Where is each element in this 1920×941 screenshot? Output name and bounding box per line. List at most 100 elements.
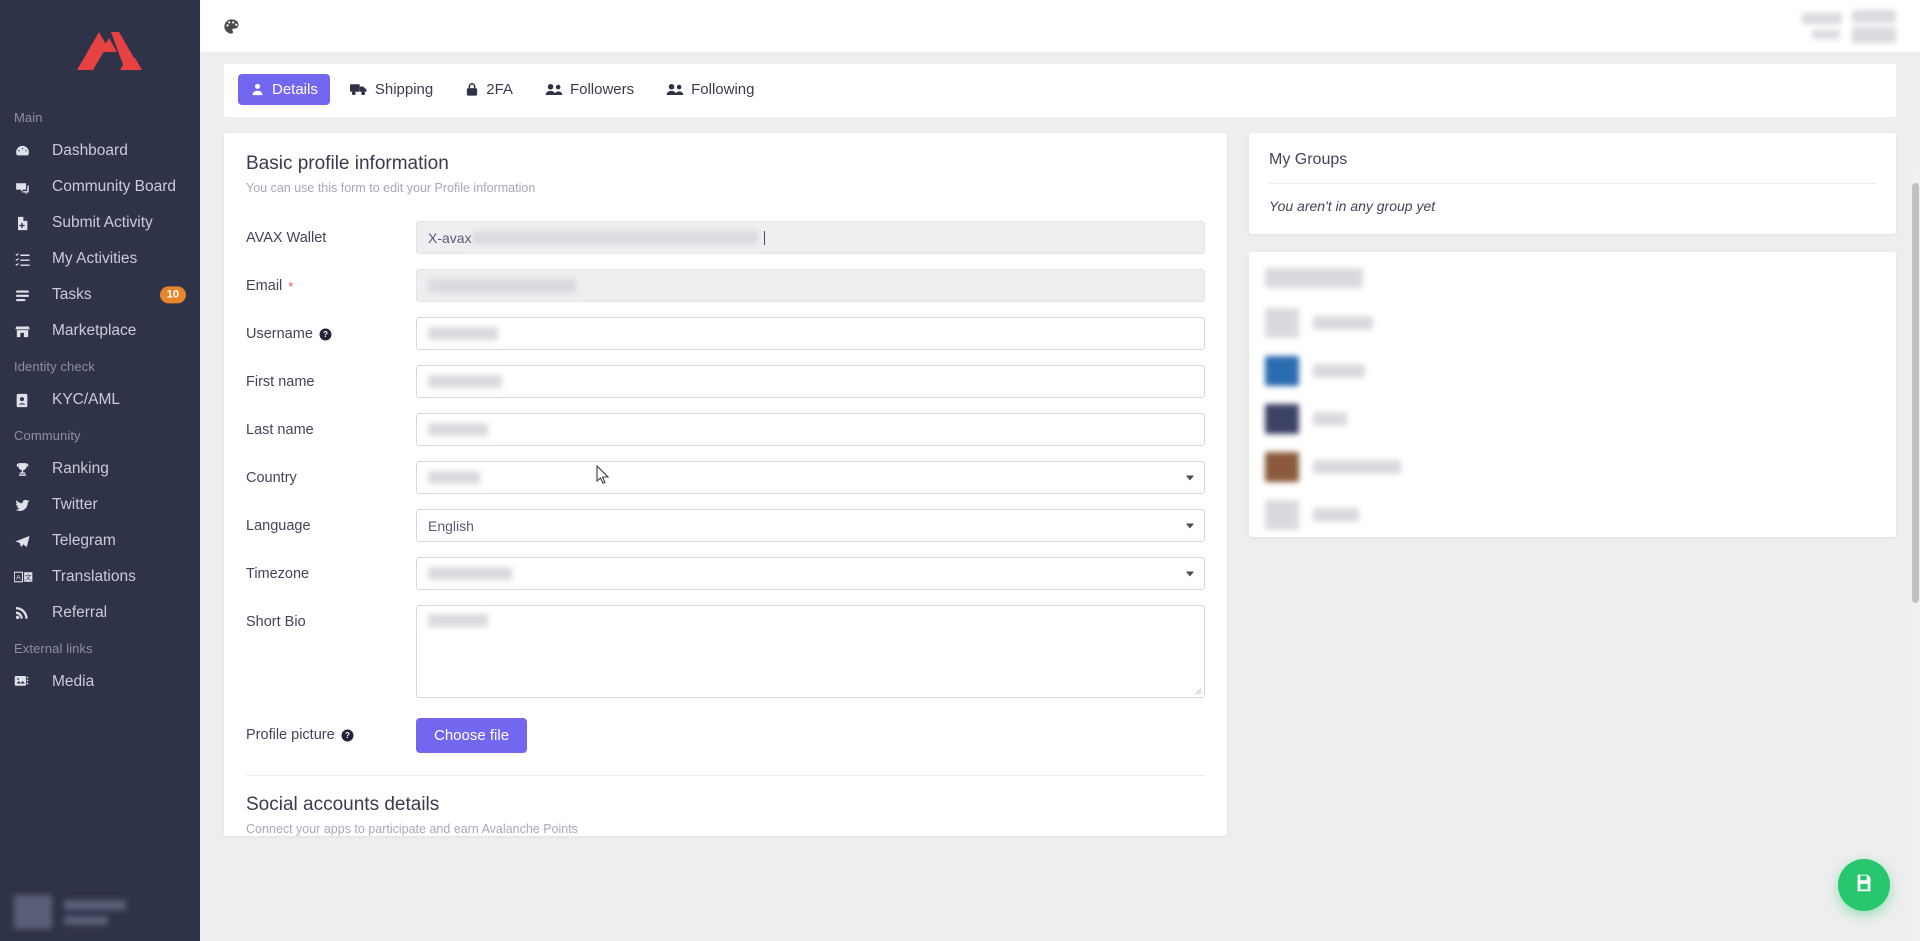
sidebar-item-label: Community Board — [52, 178, 176, 196]
sidebar-item-referral[interactable]: Referral — [0, 595, 200, 631]
redacted-side-card — [1249, 252, 1896, 537]
page-title: Basic profile information — [246, 153, 1205, 175]
svg-text:文: 文 — [25, 573, 32, 582]
user-icon — [250, 82, 265, 97]
tab-label: Details — [272, 81, 318, 98]
sidebar-item-dashboard[interactable]: Dashboard — [0, 133, 200, 169]
sidebar-item-translations[interactable]: A文 Translations — [0, 559, 200, 595]
sidebar-item-kyc-aml[interactable]: KYC/AML — [0, 382, 200, 418]
sidebar-item-label: Ranking — [52, 460, 109, 478]
right-column: My Groups You aren't in any group yet — [1249, 133, 1896, 941]
sidebar-item-twitter[interactable]: Twitter — [0, 487, 200, 523]
redacted-list-item — [1265, 356, 1880, 386]
sidebar-user-footer[interactable] — [0, 883, 200, 941]
topbar-user-area[interactable] — [1802, 0, 1896, 52]
sidebar: Main Dashboard Community Board Submit Ac… — [0, 0, 200, 941]
sidebar-item-ranking[interactable]: Ranking — [0, 451, 200, 487]
field-last-name — [416, 413, 1205, 446]
save-icon — [1853, 872, 1875, 899]
palette-icon[interactable] — [222, 17, 241, 36]
avax-wallet-input[interactable]: X-avax — [416, 221, 1205, 254]
label-username: Username ? — [246, 317, 416, 342]
label-profile-picture: Profile picture ? — [246, 718, 416, 743]
telegram-icon — [14, 533, 40, 550]
language-select[interactable]: English — [416, 509, 1205, 542]
topbar-user-text-redacted — [1802, 13, 1842, 39]
redacted-list-item — [1265, 404, 1880, 434]
topbar-avatar-redacted — [1852, 10, 1896, 43]
users-icon — [666, 82, 684, 97]
choose-file-button[interactable]: Choose file — [416, 718, 527, 753]
tab-following[interactable]: Following — [654, 74, 766, 105]
svg-text:?: ? — [323, 330, 328, 339]
sidebar-item-media[interactable]: Media — [0, 664, 200, 700]
sidebar-item-telegram[interactable]: Telegram — [0, 523, 200, 559]
username-redacted — [428, 327, 498, 340]
sidebar-item-community-board[interactable]: Community Board — [0, 169, 200, 205]
email-input[interactable] — [416, 269, 1205, 302]
resize-grip-icon[interactable] — [1193, 686, 1202, 695]
username-input[interactable] — [416, 317, 1205, 350]
basic-profile-header: Basic profile information You can use th… — [224, 133, 1227, 199]
form-row-short-bio: Short Bio — [246, 605, 1205, 698]
tab-label: Followers — [570, 81, 634, 98]
language-value: English — [428, 518, 474, 534]
help-icon[interactable]: ? — [319, 328, 332, 341]
tab-shipping[interactable]: Shipping — [338, 74, 445, 105]
sidebar-avatar-redacted — [14, 895, 52, 929]
id-card-icon — [14, 392, 40, 409]
country-redacted — [428, 471, 480, 484]
help-icon[interactable]: ? — [341, 729, 354, 742]
timezone-redacted — [428, 567, 512, 580]
chevron-down-icon — [1186, 523, 1194, 528]
basic-profile-card: Basic profile information You can use th… — [224, 133, 1227, 836]
submit-activity-icon — [14, 215, 40, 232]
form-row-profile-picture: Profile picture ? Choose file — [246, 718, 1205, 753]
save-fab-button[interactable] — [1838, 859, 1890, 911]
translations-icon: A文 — [14, 570, 40, 584]
last-name-input[interactable] — [416, 413, 1205, 446]
label-last-name: Last name — [246, 413, 416, 438]
main-area: Details Shipping 2FA — [200, 0, 1920, 941]
label-timezone: Timezone — [246, 557, 416, 582]
social-section-subtitle: Connect your apps to participate and ear… — [246, 822, 1205, 836]
field-language: English — [416, 509, 1205, 542]
app-root: Main Dashboard Community Board Submit Ac… — [0, 0, 1920, 941]
timezone-select[interactable] — [416, 557, 1205, 590]
my-groups-title: My Groups — [1269, 151, 1876, 169]
sidebar-item-label: Dashboard — [52, 142, 128, 160]
label-short-bio: Short Bio — [246, 605, 416, 630]
sidebar-item-label: KYC/AML — [52, 391, 120, 409]
sidebar-item-my-activities[interactable]: My Activities — [0, 241, 200, 277]
svg-text:?: ? — [345, 731, 350, 740]
page-scrollbar-thumb[interactable] — [1912, 183, 1919, 603]
redacted-list-item — [1265, 500, 1880, 530]
country-select[interactable] — [416, 461, 1205, 494]
users-icon — [545, 82, 563, 97]
field-country — [416, 461, 1205, 494]
sidebar-item-marketplace[interactable]: Marketplace — [0, 313, 200, 349]
sidebar-nav: Main Dashboard Community Board Submit Ac… — [0, 100, 200, 700]
sidebar-user-redacted — [64, 900, 126, 925]
my-groups-card: My Groups You aren't in any group yet — [1249, 133, 1896, 234]
profile-tabs: Details Shipping 2FA — [224, 64, 1896, 117]
sidebar-item-tasks[interactable]: Tasks 10 — [0, 277, 200, 313]
divider — [1269, 183, 1876, 184]
sidebar-item-label: Tasks — [52, 286, 92, 304]
form-row-avax-wallet: AVAX Wallet X-avax — [246, 221, 1205, 254]
sidebar-item-submit-activity[interactable]: Submit Activity — [0, 205, 200, 241]
brand-logo[interactable] — [0, 0, 200, 100]
rss-icon — [14, 605, 40, 621]
tab-details[interactable]: Details — [238, 74, 330, 105]
tab-followers[interactable]: Followers — [533, 74, 646, 105]
nav-section-identity-title: Identity check — [0, 349, 200, 382]
first-name-input[interactable] — [416, 365, 1205, 398]
social-section-title: Social accounts details — [246, 794, 1205, 816]
marketplace-icon — [14, 323, 40, 340]
tasks-icon — [14, 287, 40, 304]
tab-2fa[interactable]: 2FA — [453, 74, 525, 105]
label-country: Country — [246, 461, 416, 486]
dashboard-icon — [14, 143, 40, 160]
short-bio-textarea[interactable] — [416, 605, 1205, 698]
field-profile-picture: Choose file — [416, 718, 1205, 753]
